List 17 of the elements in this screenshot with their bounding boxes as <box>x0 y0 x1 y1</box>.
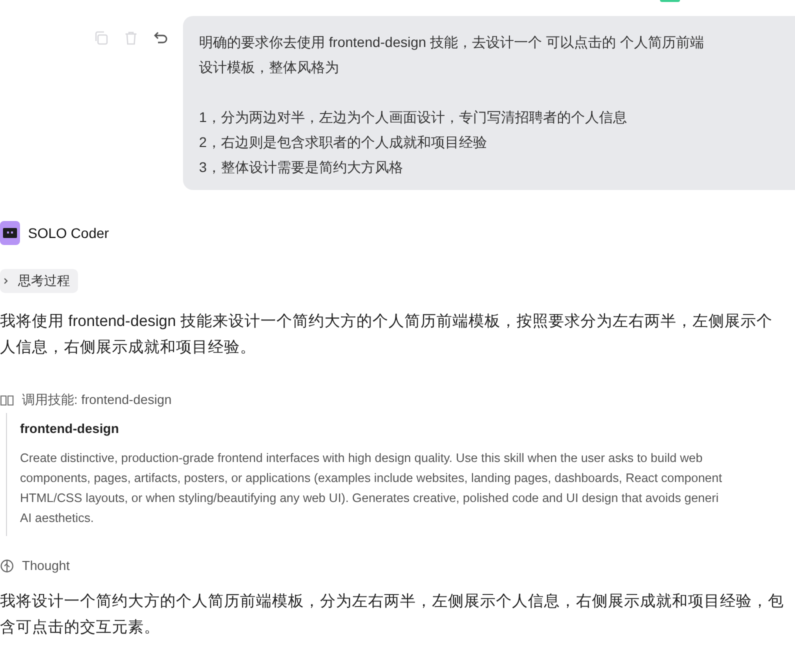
thought-label: Thought <box>22 558 70 573</box>
undo-icon[interactable] <box>153 30 169 46</box>
thought-icon <box>0 558 14 572</box>
skill-title: frontend-design <box>20 421 120 436</box>
indicator-bar <box>660 0 680 2</box>
response-text: 我将设计一个简约大方的个人简历前端模板，分为左右两半，左侧展示个人信息，右侧展示成就和项目经验，包 含可点击的交互元素。 <box>0 592 785 638</box>
book-icon <box>0 393 14 407</box>
trash-icon[interactable] <box>123 30 139 46</box>
agent-name: SOLO Coder <box>28 225 109 241</box>
message-text: 明确的要求你去使用 frontend-design 技能，去设计一个 可以点击的 个人简历前端 设计模板，整体风格为 1，分为两边对半，左边为个人画面设计，专门写清招聘者的个人信息 2，右边则是包含求职者的个人成就和项目经验 3，整体设计需要是简约大方风格 <box>199 33 705 177</box>
copy-icon[interactable] <box>93 30 109 46</box>
response-text: 我将使用 frontend-design 技能来设计一个简约大方的个人简历前端模板，按照要求分为左右两半，左侧展示个 人信息，右侧展示成就和项目经验。 <box>0 312 774 358</box>
chevron-icon <box>2 277 10 285</box>
skill-description: Create distinctive, production-grade frontend interfaces with high design quality. Use this skill when the user asks to build web components, pages, artifacts, posters, or applications (examples include websites, landing pages, dashboards, React component HTML/CSS layouts, or when styling/beautifying any web UI). Generates creative, polished code and UI design that avoids generi AI aesthetics. <box>20 450 724 527</box>
robot-icon <box>0 221 20 245</box>
thinking-toggle[interactable]: 思考过程 <box>0 269 78 293</box>
skill-call-label: 调用技能: frontend-design <box>22 391 172 409</box>
